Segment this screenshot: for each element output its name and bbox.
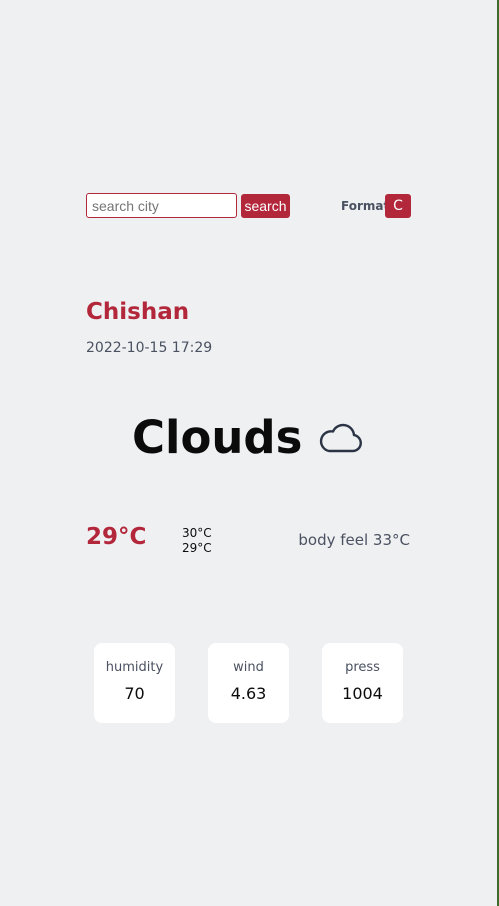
stat-label: humidity bbox=[105, 660, 164, 675]
stat-value: 4.63 bbox=[230, 684, 267, 703]
search-bar: search Format C bbox=[86, 193, 411, 219]
humidity-card: humidity 70 bbox=[94, 643, 175, 723]
city-name: Chishan bbox=[86, 299, 190, 325]
max-temperature: 30°C bbox=[182, 526, 212, 540]
local-datetime: 2022-10-15 17:29 bbox=[86, 340, 213, 356]
stat-value: 70 bbox=[124, 684, 145, 703]
body-feel-temperature: body feel 33°C bbox=[298, 531, 410, 549]
format-label: Format bbox=[341, 199, 390, 213]
search-input[interactable] bbox=[86, 193, 237, 218]
unit-toggle-button[interactable]: C bbox=[385, 194, 411, 218]
temperature-range: 30°C 29°C bbox=[182, 526, 212, 556]
pressure-card: press 1004 bbox=[322, 643, 403, 723]
search-button[interactable]: search bbox=[241, 194, 290, 218]
wind-card: wind 4.63 bbox=[208, 643, 289, 723]
stat-label: wind bbox=[233, 660, 264, 675]
stat-label: press bbox=[345, 660, 380, 675]
stat-value: 1004 bbox=[342, 684, 383, 703]
min-temperature: 29°C bbox=[182, 541, 212, 555]
current-temperature: 29°C bbox=[86, 524, 147, 550]
weather-condition: Clouds bbox=[132, 411, 303, 464]
cloud-icon bbox=[319, 423, 362, 453]
